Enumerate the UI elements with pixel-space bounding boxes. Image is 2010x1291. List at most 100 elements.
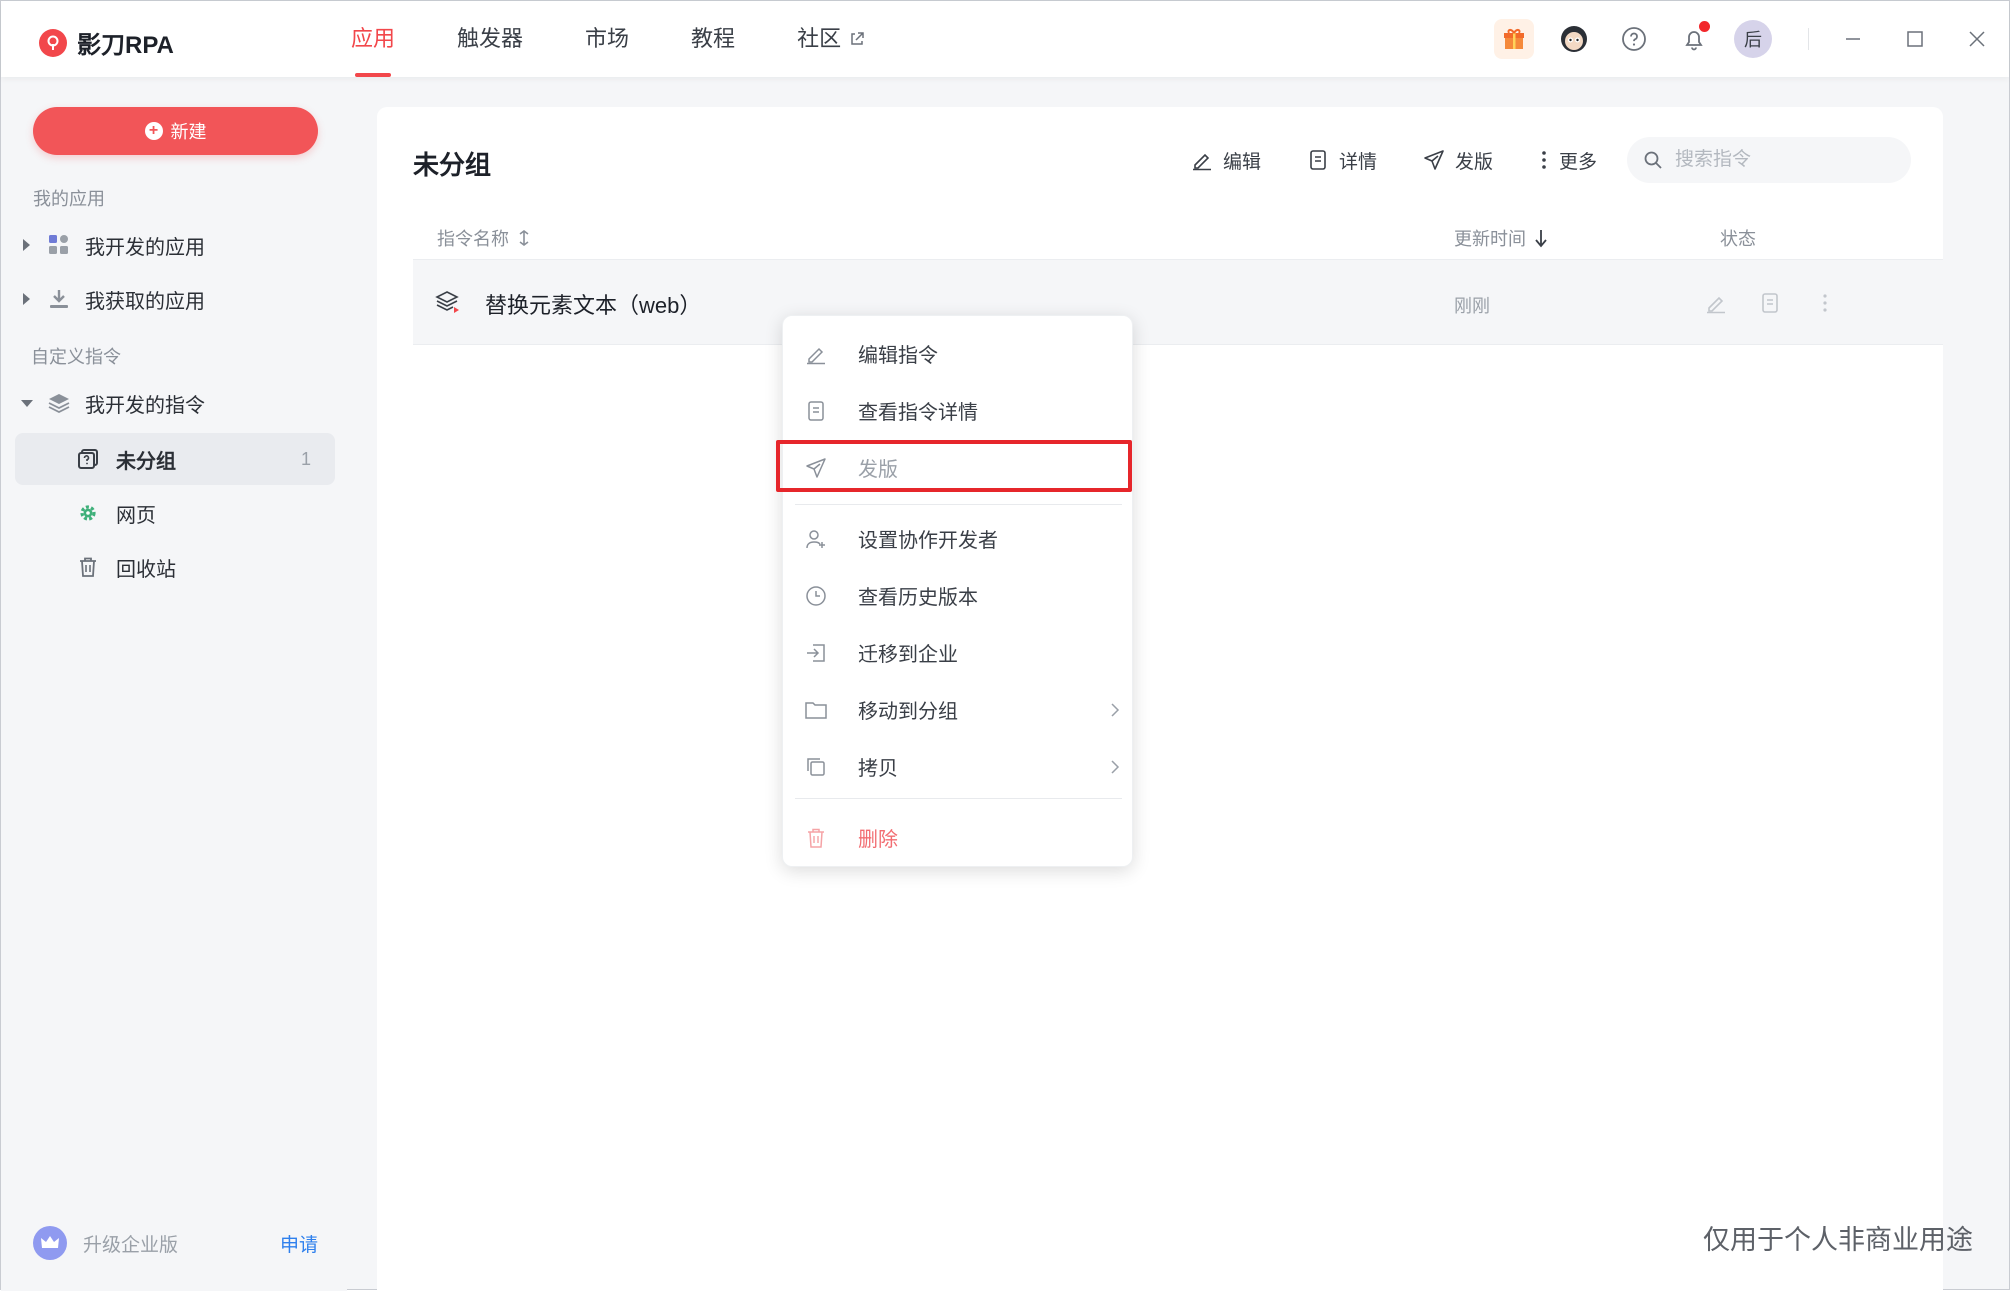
pencil-icon <box>1192 153 1211 171</box>
edit-button[interactable]: 编辑 <box>1191 147 1261 174</box>
close-icon[interactable] <box>1965 27 1989 51</box>
document-icon <box>803 398 829 424</box>
row-more-icon[interactable] <box>1812 290 1838 316</box>
gift-icon[interactable] <box>1494 19 1534 59</box>
sidebar-item-dev-apps-label: 我开发的应用 <box>85 236 205 259</box>
command-name: 替换元素文本（web） <box>485 293 702 318</box>
ungrouped-icon <box>76 447 100 471</box>
assistant-avatar-icon[interactable] <box>1554 19 1594 59</box>
folder-icon <box>803 697 829 723</box>
edit-button-label: 编辑 <box>1222 151 1261 173</box>
menu-divider <box>795 504 1122 505</box>
menu-item-history[interactable]: 查看历史版本 <box>783 567 1134 624</box>
user-avatar[interactable]: 后 <box>1734 20 1772 58</box>
sidebar: + 新建 我的应用 我开发的应用 我获取的应用 自定义指令 我开发的指令 未分组… <box>1 77 347 1291</box>
app-logo: 影刀RPA <box>39 25 174 60</box>
sidebar-item-got-apps[interactable]: 我获取的应用 <box>1 273 347 325</box>
menu-item-label: 删除 <box>858 829 898 851</box>
sort-descending-icon <box>1535 230 1547 248</box>
highlight-annotation-box <box>776 440 1132 492</box>
tab-apps[interactable]: 应用 <box>351 1 395 77</box>
tab-triggers-label: 触发器 <box>457 26 524 51</box>
detail-button[interactable]: 详情 <box>1307 147 1377 174</box>
toolbar: 编辑 详情 发版 更多 <box>1191 137 1911 183</box>
menu-item-view-details[interactable]: 查看指令详情 <box>783 382 1134 439</box>
maximize-icon[interactable] <box>1903 27 1927 51</box>
menu-item-label: 查看历史版本 <box>858 587 978 609</box>
tab-community[interactable]: 社区 <box>797 1 865 77</box>
apps-grid-icon <box>47 233 71 257</box>
send-icon <box>1424 150 1444 170</box>
sidebar-item-web-label: 网页 <box>116 504 156 527</box>
trash-icon <box>76 555 100 579</box>
table-row[interactable]: 替换元素文本（web） 刚刚 <box>413 259 1943 345</box>
main-nav: 应用 触发器 市场 教程 社区 <box>351 1 927 77</box>
sort-icon <box>519 230 529 246</box>
layers-icon <box>47 391 71 415</box>
help-icon[interactable] <box>1614 19 1654 59</box>
download-icon <box>47 287 71 311</box>
menu-item-migrate[interactable]: 迁移到企业 <box>783 624 1134 681</box>
menu-item-label: 拷贝 <box>858 758 898 780</box>
expand-caret-icon[interactable] <box>23 293 30 305</box>
app-logo-text: 影刀RPA <box>77 32 174 59</box>
sidebar-item-recycle-bin-label: 回收站 <box>116 558 176 581</box>
table-header: 指令名称 更新时间 状态 <box>413 215 1943 257</box>
upgrade-banner: 升级企业版 申请 <box>33 1225 318 1261</box>
sidebar-item-dev-commands[interactable]: 我开发的指令 <box>1 377 347 429</box>
upgrade-text: 升级企业版 <box>83 1234 179 1256</box>
tab-tutorials[interactable]: 教程 <box>691 1 735 77</box>
more-button-label: 更多 <box>1558 151 1597 173</box>
menu-item-delete[interactable]: 删除 <box>783 809 1134 866</box>
page-title: 未分组 <box>413 150 492 180</box>
crown-icon <box>33 1226 67 1260</box>
sidebar-item-recycle-bin[interactable]: 回收站 <box>1 541 347 593</box>
menu-item-move-to-group[interactable]: 移动到分组 <box>783 681 1134 738</box>
search-box[interactable] <box>1627 137 1911 183</box>
menu-divider <box>795 798 1122 799</box>
sidebar-item-dev-apps[interactable]: 我开发的应用 <box>1 219 347 271</box>
menu-item-edit-command[interactable]: 编辑指令 <box>783 325 1134 382</box>
new-button[interactable]: + 新建 <box>33 107 318 155</box>
tab-triggers[interactable]: 触发器 <box>457 1 523 77</box>
app-window: 影刀RPA 应用 触发器 市场 教程 社区 后 + 新建 我的应用 我开发的应用… <box>0 0 2010 1291</box>
column-updated-header[interactable]: 更新时间 <box>1454 225 1548 251</box>
row-edit-icon[interactable] <box>1703 290 1729 316</box>
trash-icon <box>803 825 829 851</box>
command-layers-icon <box>435 290 461 319</box>
section-my-apps: 我的应用 <box>33 189 105 209</box>
menu-item-label: 编辑指令 <box>858 345 938 367</box>
window-controls-divider <box>1808 28 1809 50</box>
publish-button-label: 发版 <box>1454 151 1493 173</box>
menu-item-set-collaborators[interactable]: 设置协作开发者 <box>783 510 1134 567</box>
logo-mark-icon <box>39 28 67 57</box>
collapse-caret-icon[interactable] <box>21 400 33 407</box>
minimize-icon[interactable] <box>1841 27 1865 51</box>
external-link-icon <box>851 32 864 45</box>
sidebar-item-web[interactable]: 网页 <box>1 487 347 539</box>
column-name-header[interactable]: 指令名称 <box>437 225 531 251</box>
watermark-text: 仅用于个人非商业用途 <box>1703 1225 1973 1255</box>
column-status-label: 状态 <box>1720 229 1756 249</box>
chevron-right-icon <box>1111 702 1120 717</box>
chevron-right-icon <box>1111 759 1120 774</box>
column-status-header: 状态 <box>1720 225 1756 251</box>
row-detail-icon[interactable] <box>1757 290 1783 316</box>
search-input[interactable] <box>1675 149 1895 171</box>
search-icon <box>1644 151 1662 169</box>
copy-icon <box>803 754 829 780</box>
sidebar-item-dev-commands-label: 我开发的指令 <box>85 394 205 417</box>
more-button[interactable]: 更多 <box>1539 147 1597 174</box>
expand-caret-icon[interactable] <box>23 239 30 251</box>
notification-badge <box>1699 21 1710 32</box>
column-name-label: 指令名称 <box>437 229 509 249</box>
sidebar-item-ungrouped[interactable]: 未分组 1 <box>15 433 335 485</box>
publish-button[interactable]: 发版 <box>1423 147 1493 174</box>
menu-item-copy[interactable]: 拷贝 <box>783 738 1134 795</box>
detail-button-label: 详情 <box>1338 151 1377 173</box>
apply-link[interactable]: 申请 <box>280 1230 318 1257</box>
notification-bell-icon[interactable] <box>1674 19 1714 59</box>
tab-market[interactable]: 市场 <box>585 1 629 77</box>
context-menu: 编辑指令 查看指令详情 发版 设置协作开发者 查看历史版本 迁移到企业 移动到分… <box>782 315 1133 867</box>
clock-icon <box>803 583 829 609</box>
